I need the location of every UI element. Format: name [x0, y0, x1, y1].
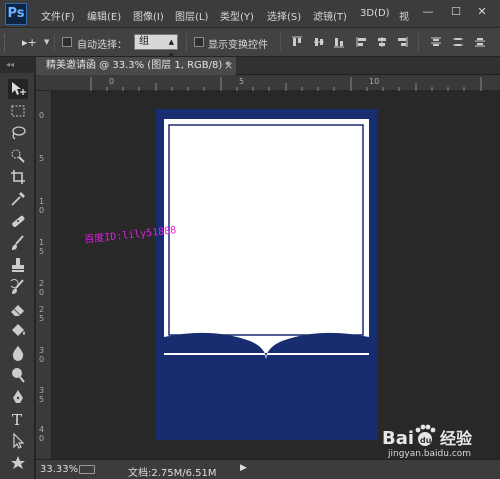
- options-grip: [4, 34, 8, 51]
- invitation-top-panel: [164, 119, 369, 355]
- align-right-icon[interactable]: [396, 36, 408, 48]
- svg-text:经验: 经验: [440, 429, 473, 448]
- history-brush-icon[interactable]: [8, 277, 28, 297]
- photoshop-window: Ps 文件(F) 编辑(E) 图像(I) 图层(L) 类型(Y) 选择(S) 滤…: [0, 0, 500, 479]
- separator: [418, 33, 419, 51]
- baidu-url: jingyan.baidu.com: [388, 449, 472, 459]
- brush-tool-icon[interactable]: [8, 233, 28, 253]
- options-bar: ▸+ ▼ 自动选择： 组 ▲ ▼ 显示变换控件: [0, 28, 500, 60]
- menu-3d[interactable]: 3D(D): [360, 8, 390, 22]
- blur-tool-icon[interactable]: [8, 343, 28, 363]
- tool-preset-picker[interactable]: ▸+: [22, 36, 37, 49]
- pen-tool-icon[interactable]: [8, 387, 28, 407]
- auto-select-value: 组: [139, 36, 149, 47]
- ruler-label: 25: [39, 305, 45, 323]
- shape-tool-icon[interactable]: [8, 453, 28, 473]
- baidu-jingyan-logo: Bai du 经验 jingyan.baidu.com: [382, 422, 497, 478]
- menu-edit[interactable]: 编辑(E): [87, 8, 121, 23]
- lasso-tool-icon[interactable]: [8, 123, 28, 143]
- ruler-label: 5: [39, 154, 45, 163]
- eyedropper-tool-icon[interactable]: [8, 189, 28, 209]
- separator: [280, 33, 281, 51]
- paint-bucket-icon[interactable]: [8, 321, 28, 341]
- document-tab-bar: 精美邀请函 @ 33.3% (图层 1, RGB/8) * ×: [36, 57, 500, 75]
- type-tool-icon[interactable]: T: [8, 409, 28, 429]
- menu-select[interactable]: 选择(S): [267, 8, 301, 23]
- canvas-workspace[interactable]: [52, 91, 500, 459]
- document-tab-title: 精美邀请函 @ 33.3% (图层 1, RGB/8) *: [46, 60, 231, 71]
- menu-bar: Ps 文件(F) 编辑(E) 图像(I) 图层(L) 类型(Y) 选择(S) 滤…: [0, 0, 500, 28]
- auto-select-checkbox[interactable]: [62, 37, 72, 47]
- crop-tool-icon[interactable]: [8, 167, 28, 187]
- healing-brush-icon[interactable]: [8, 211, 28, 231]
- ruler-label: 35: [39, 386, 45, 404]
- distribute-bottom-icon[interactable]: [474, 36, 486, 48]
- close-tab-icon[interactable]: ×: [224, 57, 233, 75]
- menu-layer[interactable]: 图层(L): [175, 8, 208, 23]
- distribute-top-icon[interactable]: [430, 36, 442, 48]
- status-menu-arrow-icon[interactable]: ▶: [240, 463, 247, 473]
- svg-text:T: T: [12, 411, 22, 429]
- quick-select-tool-icon[interactable]: [8, 145, 28, 165]
- ruler-label: 15: [39, 238, 45, 256]
- align-top-icon[interactable]: [291, 36, 303, 48]
- tools-panel: ◂◂ T: [0, 57, 35, 479]
- menu-view[interactable]: 视: [399, 8, 409, 23]
- menu-filter[interactable]: 滤镜(T): [313, 8, 347, 23]
- svg-text:Bai: Bai: [382, 428, 414, 449]
- proof-icon: [79, 465, 95, 474]
- eraser-tool-icon[interactable]: [8, 299, 28, 319]
- show-transform-label: 显示变换控件: [208, 40, 268, 51]
- minimize-button[interactable]: —: [420, 5, 436, 19]
- menu-type[interactable]: 类型(Y): [220, 8, 254, 23]
- baidu-logo-graphic: Bai du 经验: [382, 424, 473, 449]
- dodge-tool-icon[interactable]: [8, 365, 28, 385]
- align-vcenter-icon[interactable]: [313, 36, 325, 48]
- ruler-label: 30: [39, 346, 45, 364]
- document-size: 文档:2.75M/6.51M: [128, 468, 217, 479]
- vertical-ruler: 0 5 10 15 20 25 30 35 40: [36, 91, 52, 459]
- menu-image[interactable]: 图像(I): [133, 8, 164, 23]
- menu-file[interactable]: 文件(F): [41, 8, 75, 23]
- clone-stamp-icon[interactable]: [8, 255, 28, 275]
- document-canvas[interactable]: [52, 91, 500, 459]
- move-tool-icon[interactable]: [8, 79, 28, 99]
- separator: [54, 33, 55, 51]
- ruler-label: 40: [39, 425, 45, 443]
- document-tab[interactable]: 精美邀请函 @ 33.3% (图层 1, RGB/8) * ×: [36, 57, 236, 75]
- tools-panel-collapse[interactable]: ◂◂: [0, 57, 35, 73]
- ruler-label: 10: [369, 77, 380, 86]
- auto-select-label: 自动选择：: [77, 40, 127, 51]
- zoom-level[interactable]: 33.33%: [40, 464, 78, 475]
- distribute-vcenter-icon[interactable]: [452, 36, 464, 48]
- ruler-label: 5: [239, 77, 245, 86]
- path-select-icon[interactable]: [8, 431, 28, 451]
- ruler-label: 0: [39, 111, 45, 120]
- align-bottom-icon[interactable]: [333, 36, 345, 48]
- horizontal-ruler: [36, 75, 500, 91]
- auto-select-dropdown[interactable]: 组 ▲ ▼: [134, 34, 178, 60]
- align-hcenter-icon[interactable]: [376, 36, 388, 48]
- show-transform-checkbox[interactable]: [194, 37, 204, 47]
- ruler-label: 20: [39, 279, 45, 297]
- align-left-icon[interactable]: [356, 36, 368, 48]
- marquee-tool-icon[interactable]: [8, 101, 28, 121]
- ruler-label: 10: [39, 197, 45, 215]
- photoshop-logo: Ps: [5, 3, 27, 25]
- ruler-label: 0: [109, 77, 115, 86]
- close-window-button[interactable]: ✕: [474, 5, 490, 19]
- ruler-ticks: [90, 77, 482, 91]
- chevron-down-icon[interactable]: ▼: [44, 38, 49, 46]
- svg-text:du: du: [420, 436, 432, 445]
- maximize-button[interactable]: ☐: [448, 5, 464, 19]
- separator: [186, 33, 187, 51]
